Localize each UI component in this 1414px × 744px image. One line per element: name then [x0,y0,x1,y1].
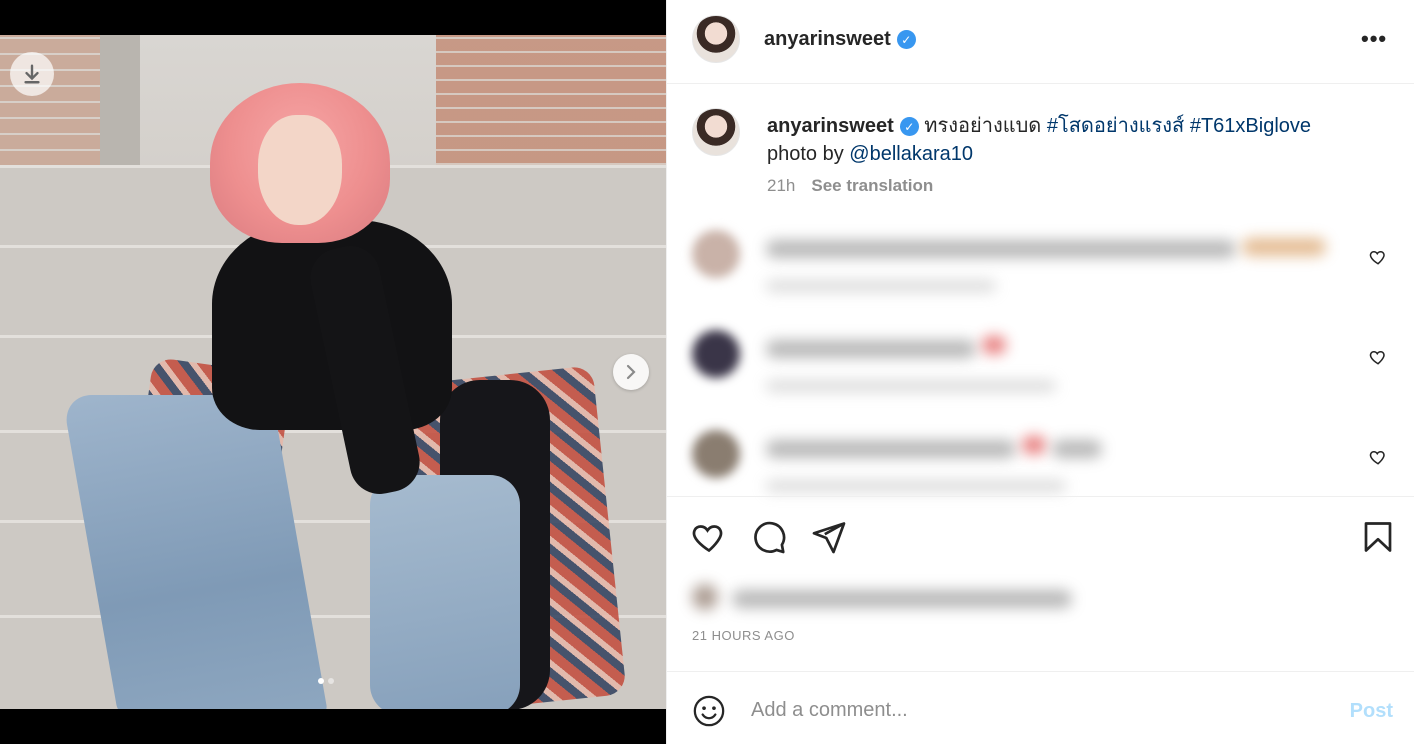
comment-emoji-blurred [1242,238,1326,256]
comment-text-blurred [1052,440,1102,458]
comment-text-blurred [766,440,1016,458]
emoji-icon[interactable] [692,694,726,728]
verified-badge-icon: ✓ [899,117,919,137]
more-options-icon[interactable]: ••• [1361,26,1387,52]
see-translation-link[interactable]: See translation [811,176,933,195]
bookmark-icon[interactable] [1360,519,1396,555]
liked-by-blurred [692,578,1092,618]
post-age[interactable]: 21h [767,176,795,195]
carousel-dot [328,678,334,684]
comment-avatar [692,330,740,378]
verified-badge-icon: ✓ [896,30,916,50]
comment-input[interactable] [751,692,1311,728]
comment-emoji-blurred [1022,436,1046,454]
post-comment-button[interactable]: Post [1350,700,1393,723]
caption-text: ทรงอย่างแบด [924,115,1042,137]
comment-avatar [692,430,740,478]
heart-icon[interactable] [691,519,727,555]
action-bar [667,496,1414,576]
caption-meta: 21h See translation [767,176,949,196]
header-username[interactable]: anyarinsweet ✓ [764,28,916,51]
comment-text-blurred [766,240,1236,258]
liker-avatar [692,584,718,610]
post-header: anyarinsweet ✓ ••• [667,0,1414,84]
comment-meta-blurred [766,380,1056,392]
hashtag-link[interactable]: #T61xBiglove [1190,115,1311,137]
caption-avatar[interactable] [692,108,740,156]
post-time-ago[interactable]: 21 HOURS AGO [692,628,795,643]
comment-avatar [692,230,740,278]
username-text[interactable]: anyarinsweet [764,28,891,50]
paper-plane-icon[interactable] [811,519,847,555]
mention-link[interactable]: @bellakara10 [849,143,973,165]
photo-credit-prefix: photo by [767,143,844,165]
person-face [258,115,342,225]
comment-item [692,314,1402,394]
comment-icon[interactable] [751,519,787,555]
jeans-right [370,475,520,709]
carousel-dot-active [318,678,324,684]
avatar[interactable] [692,15,740,63]
download-icon[interactable] [10,52,54,96]
hashtag-link[interactable]: #โสดอย่างแรงส์ [1047,115,1184,137]
caption-username[interactable]: anyarinsweet [767,115,894,137]
post-media [0,0,666,744]
comment-item [692,414,1402,494]
comment-emoji-blurred [982,336,1006,354]
post-photo[interactable] [0,35,666,709]
post-caption: anyarinsweet ✓ ทรงอย่างแบด #โสดอย่างแรงส์… [767,112,1387,168]
comment-composer: Post [667,671,1414,744]
comment-text-blurred [766,340,976,358]
comment-item [692,214,1402,294]
comment-meta-blurred [766,480,1066,492]
heart-icon[interactable] [1369,248,1387,266]
comment-meta-blurred [766,280,996,292]
chevron-right-icon[interactable] [613,354,649,390]
carousel-indicator [318,678,334,684]
heart-icon[interactable] [1369,348,1387,366]
liked-by-text-blurred [732,590,1072,608]
post-sidebar: anyarinsweet ✓ ••• anyarinsweet ✓ ทรงอย่าง… [666,0,1414,744]
heart-icon[interactable] [1369,448,1387,466]
